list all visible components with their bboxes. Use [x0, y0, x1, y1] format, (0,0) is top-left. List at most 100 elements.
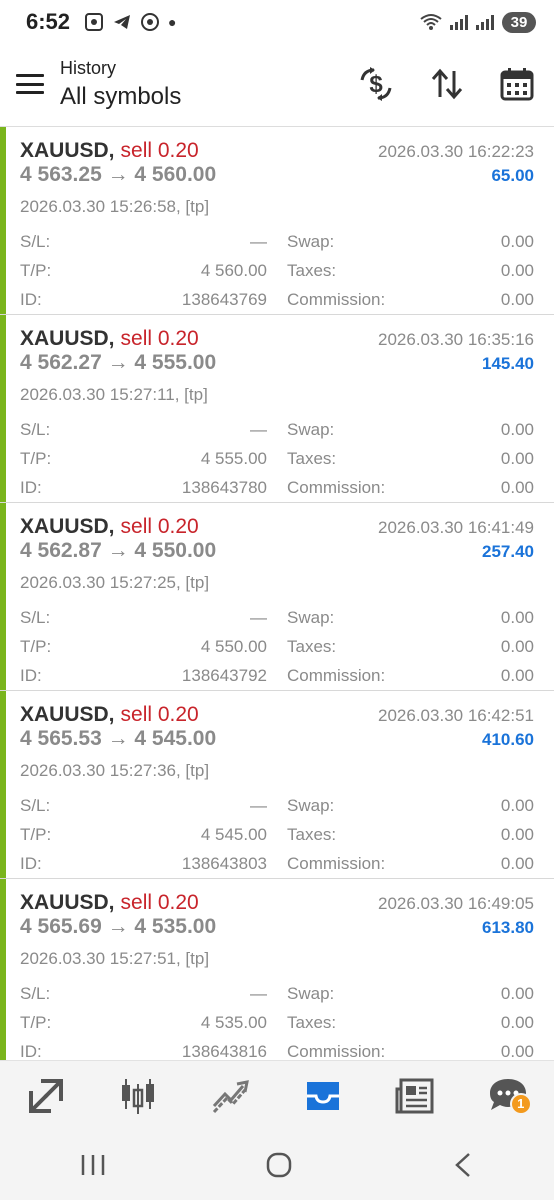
deal-profit: 410.60 [482, 730, 534, 749]
telegram-icon [114, 15, 131, 29]
deal-side: sell 0.20 [120, 891, 199, 914]
sl-value: — [250, 419, 267, 439]
nav-chat[interactable]: 1 [478, 1071, 538, 1121]
history-icon [307, 1081, 340, 1110]
swap-label: Swap: [287, 607, 335, 627]
tp-label: T/P: [20, 260, 52, 280]
deal-item[interactable]: XAUUSD, sell 0.20 2026.03.30 16:41:49 4 … [0, 503, 554, 691]
recents-icon[interactable] [79, 1153, 107, 1177]
deal-item[interactable]: XAUUSD, sell 0.20 2026.03.30 16:35:16 4 … [0, 315, 554, 503]
nav-trade[interactable] [201, 1071, 261, 1121]
currency-exchange-icon[interactable]: $ [358, 66, 394, 102]
status-bar: 6:52 ● 39 [0, 0, 554, 44]
swap-value: 0.00 [500, 983, 534, 1003]
deal-profit: 613.80 [482, 918, 534, 937]
commission-value: 0.00 [500, 289, 534, 309]
bottom-nav: 1 [0, 1060, 554, 1130]
taxes-value: 0.00 [500, 636, 534, 656]
tp-label: T/P: [20, 1012, 52, 1032]
id-label: ID: [20, 289, 42, 309]
home-icon[interactable] [265, 1151, 293, 1179]
tp-value: 4 555.00 [200, 448, 267, 468]
chart-icon [122, 1078, 155, 1114]
swap-label: Swap: [287, 795, 335, 815]
sort-icon[interactable] [430, 67, 464, 101]
id-value: 138643769 [181, 289, 267, 309]
deal-close-time: 2026.03.30 16:35:16 [378, 330, 534, 349]
whatsapp-icon [141, 13, 160, 31]
swap-value: 0.00 [500, 607, 534, 627]
tp-value: 4 535.00 [200, 1012, 267, 1032]
sl-label: S/L: [20, 231, 51, 251]
commission-label: Commission: [287, 665, 386, 685]
svg-text:$: $ [369, 71, 383, 98]
notification-dot-icon: ● [168, 14, 177, 30]
sl-label: S/L: [20, 607, 51, 627]
id-label: ID: [20, 477, 42, 497]
deal-prices: 4 562.27 → 4 555.00 [20, 351, 217, 374]
history-list[interactable]: XAUUSD, sell 0.20 2026.03.30 16:22:23 4 … [0, 126, 554, 1060]
deal-item[interactable]: XAUUSD, sell 0.20 2026.03.30 16:49:05 4 … [0, 879, 554, 1060]
id-value: 138643792 [181, 665, 267, 685]
sl-value: — [250, 607, 267, 627]
system-nav [0, 1130, 554, 1200]
swap-value: 0.00 [500, 231, 534, 251]
tp-value: 4 560.00 [200, 260, 267, 280]
deal-side: sell 0.20 [120, 515, 199, 538]
deal-close-time: 2026.03.30 16:22:23 [378, 142, 534, 161]
id-label: ID: [20, 665, 42, 685]
nav-history[interactable] [293, 1071, 353, 1121]
status-time: 6:52 [26, 9, 71, 34]
swap-value: 0.00 [500, 795, 534, 815]
signal-2-icon [476, 14, 494, 30]
deal-prices: 4 563.25 → 4 560.00 [20, 163, 217, 186]
deal-open-time: 2026.03.30 15:27:51, [tp] [20, 949, 210, 968]
menu-icon[interactable] [16, 74, 44, 94]
taxes-label: Taxes: [287, 824, 337, 844]
id-label: ID: [20, 1041, 42, 1061]
sl-label: S/L: [20, 983, 51, 1003]
deal-open-time: 2026.03.30 15:27:36, [tp] [20, 761, 210, 780]
deal-prices: 4 562.87 → 4 550.00 [20, 539, 217, 562]
sl-value: — [250, 795, 267, 815]
nav-news[interactable] [385, 1071, 445, 1121]
deal-profit: 65.00 [491, 166, 534, 185]
back-icon[interactable] [451, 1151, 475, 1179]
quotes-icon [29, 1078, 64, 1113]
deal-side: sell 0.20 [120, 139, 199, 162]
deal-item[interactable]: XAUUSD, sell 0.20 2026.03.30 16:42:51 4 … [0, 691, 554, 879]
swap-label: Swap: [287, 983, 335, 1003]
swap-label: Swap: [287, 231, 335, 251]
taxes-value: 0.00 [500, 260, 534, 280]
taxes-label: Taxes: [287, 448, 337, 468]
commission-label: Commission: [287, 853, 386, 873]
tp-label: T/P: [20, 636, 52, 656]
nav-quotes[interactable] [16, 1071, 76, 1121]
swap-label: Swap: [287, 419, 335, 439]
taxes-label: Taxes: [287, 636, 337, 656]
deal-item[interactable]: XAUUSD, sell 0.20 2026.03.30 16:22:23 4 … [0, 127, 554, 315]
deal-close-time: 2026.03.30 16:41:49 [378, 518, 534, 537]
id-value: 138643816 [181, 1041, 267, 1061]
sl-value: — [250, 231, 267, 251]
calendar-icon[interactable] [500, 67, 534, 101]
taxes-value: 0.00 [500, 448, 534, 468]
commission-label: Commission: [287, 477, 386, 497]
id-value: 138643780 [181, 477, 267, 497]
sl-label: S/L: [20, 419, 51, 439]
deal-prices: 4 565.69 → 4 535.00 [20, 915, 217, 938]
signal-1-icon [450, 14, 468, 30]
commission-value: 0.00 [500, 1041, 534, 1061]
tp-value: 4 550.00 [200, 636, 267, 656]
deal-symbol: XAUUSD, [20, 139, 115, 162]
nav-chart[interactable] [108, 1071, 168, 1121]
battery-indicator: 39 [502, 11, 536, 33]
deal-symbol: XAUUSD, [20, 515, 115, 538]
title-block[interactable]: History All symbols [60, 58, 181, 111]
screenshot-icon [85, 13, 104, 31]
wifi-icon [420, 14, 442, 30]
deal-open-time: 2026.03.30 15:27:25, [tp] [20, 573, 210, 592]
deal-symbol: XAUUSD, [20, 891, 115, 914]
commission-value: 0.00 [500, 665, 534, 685]
commission-value: 0.00 [500, 477, 534, 497]
